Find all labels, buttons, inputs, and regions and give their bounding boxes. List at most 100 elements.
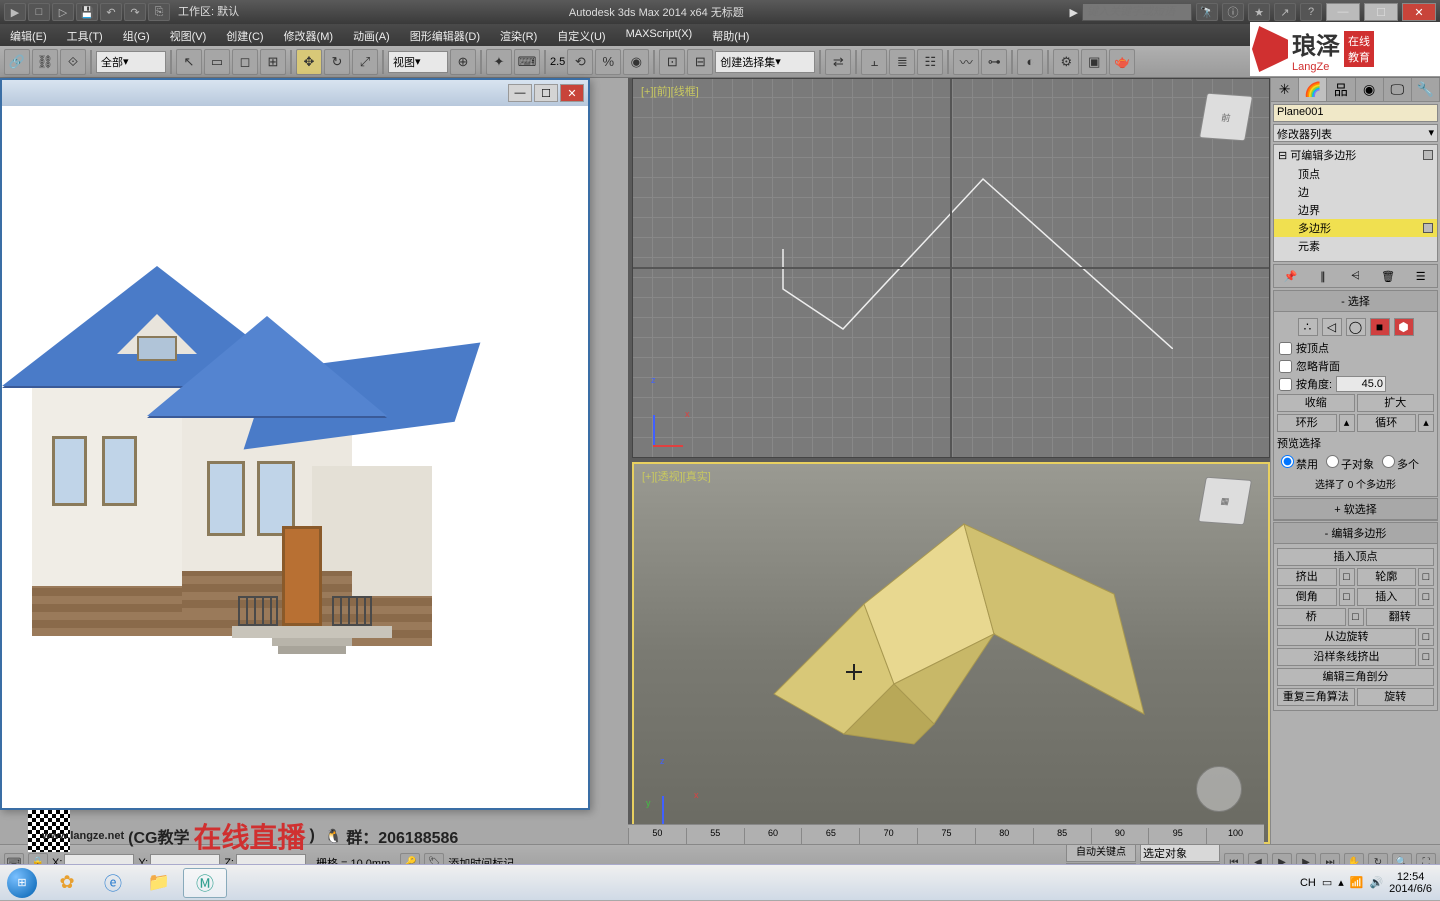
window-cross-icon[interactable]: ⊞ [260,49,286,75]
render-icon[interactable]: 🫖 [1109,49,1135,75]
layers-icon[interactable]: ≣ [889,49,915,75]
named-sel-icon[interactable]: ⊡ [659,49,685,75]
tray-up-icon[interactable]: ▴ [1338,876,1344,889]
modifier-stack[interactable]: ⊟可编辑多边形 顶点 边 边界 多边形 元素 [1273,144,1438,262]
steering-wheel[interactable] [1196,766,1242,812]
menu-render[interactable]: 渲染(R) [490,24,547,46]
grow-button[interactable]: 扩大 [1357,394,1435,412]
auto-key-button[interactable]: 自动关键点 [1066,844,1136,862]
pivot-icon[interactable]: ⊕ [450,49,476,75]
extrude-button[interactable]: 挤出 [1277,568,1337,586]
viewport-perspective[interactable]: [+][透视][真实] ▦ z x y [632,462,1270,844]
modifier-list[interactable]: 修改器列表▾ [1273,124,1438,142]
search-input[interactable] [1082,3,1192,21]
ring-button[interactable]: 环形 [1277,414,1337,432]
stack-edge[interactable]: 边 [1274,183,1437,201]
by-angle-checkbox[interactable] [1279,378,1292,391]
binoculars-icon[interactable]: 🔭 [1196,3,1218,21]
taskbar-3dsmax[interactable]: Ⓜ [183,868,227,898]
start-button[interactable]: ⊞ [0,865,44,901]
select-name-icon[interactable]: ▭ [204,49,230,75]
snap-pct-icon[interactable]: % [595,49,621,75]
loop-button[interactable]: 循环 [1357,414,1417,432]
subobj-element-icon[interactable]: ⬢ [1394,318,1414,336]
menu-anim[interactable]: 动画(A) [343,24,400,46]
flip-button[interactable]: 翻转 [1366,608,1435,626]
rollout-soft-select[interactable]: + 软选择 [1273,498,1438,521]
link-tool-icon[interactable]: 🔗 [4,49,30,75]
menu-tools[interactable]: 工具(T) [57,24,113,46]
material-editor-icon[interactable]: ◐ [1017,49,1043,75]
hinge-set[interactable]: □ [1418,628,1434,646]
stack-polygon[interactable]: 多边形 [1274,219,1437,237]
save-icon[interactable]: 💾 [76,3,98,21]
layer-mgr-icon[interactable]: ☷ [917,49,943,75]
ignore-back-checkbox[interactable] [1279,360,1292,373]
menu-view[interactable]: 视图(V) [160,24,217,46]
menu-create[interactable]: 创建(C) [216,24,273,46]
minimize-button[interactable]: — [1326,3,1360,21]
by-vertex-checkbox[interactable] [1279,342,1292,355]
stack-element[interactable]: 元素 [1274,237,1437,255]
object-name-field[interactable]: Plane001 [1273,104,1438,122]
open-icon[interactable]: ▷ [52,3,74,21]
share-icon[interactable]: ↗ [1274,3,1296,21]
configure-icon[interactable]: ☰ [1411,267,1431,285]
help-icon[interactable]: ? [1300,3,1322,21]
link-icon[interactable]: ⎘ [148,3,170,21]
align-icon[interactable]: ⫠ [861,49,887,75]
make-unique-icon[interactable]: ⩤ [1345,267,1365,285]
taskbar-ie[interactable]: ⓔ [91,868,135,898]
preview-disable-radio[interactable]: 禁用 [1281,455,1318,472]
undo-icon[interactable]: ↶ [100,3,122,21]
extrude-spline-button[interactable]: 沿样条线挤出 [1277,648,1416,666]
taskbar-explorer[interactable]: 📁 [137,868,181,898]
preview-subobj-radio[interactable]: 子对象 [1326,455,1374,472]
menu-maxscript[interactable]: MAXScript(X) [616,24,703,46]
scale-icon[interactable]: ⤢ [352,49,378,75]
snap-angle-icon[interactable]: ⟲ [567,49,593,75]
viewport-persp-label[interactable]: [+][透视][真实] [642,468,711,484]
spinner-icon[interactable]: ◉ [623,49,649,75]
preview-multi-radio[interactable]: 多个 [1382,455,1419,472]
viewport-front[interactable]: [+][前][线框] 前 z x [632,78,1270,458]
reference-window[interactable]: — ☐ ✕ [0,78,590,810]
mirror-icon[interactable]: ⇄ [825,49,851,75]
show-end-icon[interactable]: ∥ [1313,267,1333,285]
tray-lang[interactable]: CH [1300,877,1316,889]
hinge-button[interactable]: 从边旋转 [1277,628,1416,646]
filter-combo[interactable]: 全部 ▾ [96,51,166,73]
angle-spinner[interactable] [1336,376,1386,392]
bind-tool-icon[interactable]: ⟐ [60,49,86,75]
viewcube-persp[interactable]: ▦ [1198,477,1252,526]
tab-hierarchy-icon[interactable]: 品 [1327,78,1355,101]
taskbar-app-1[interactable]: ✿ [45,868,89,898]
app-icon[interactable]: ▶ [4,3,26,21]
tray-sound-icon[interactable]: 🔊 [1369,876,1383,889]
menu-help[interactable]: 帮助(H) [702,24,759,46]
subobj-polygon-icon[interactable]: ■ [1370,318,1390,336]
create-sel-combo[interactable]: 创建选择集 ▾ [715,51,815,73]
stack-border[interactable]: 边界 [1274,201,1437,219]
menu-graph[interactable]: 图形编辑器(D) [400,24,490,46]
pin-stack-icon[interactable]: 📌 [1280,267,1300,285]
bridge-set[interactable]: □ [1348,608,1364,626]
menu-group[interactable]: 组(G) [113,24,160,46]
retri-button[interactable]: 重复三角算法 [1277,688,1355,706]
tab-utilities-icon[interactable]: 🔧 [1412,78,1440,101]
reference-titlebar[interactable]: — ☐ ✕ [2,80,588,106]
ref-maximize-button[interactable]: ☐ [534,84,558,102]
bevel-set[interactable]: □ [1339,588,1355,606]
loop-spin[interactable]: ▴ [1418,414,1434,432]
inset-button[interactable]: 插入 [1357,588,1417,606]
ref-minimize-button[interactable]: — [508,84,532,102]
outline-set[interactable]: □ [1418,568,1434,586]
bevel-button[interactable]: 倒角 [1277,588,1337,606]
maximize-button[interactable]: ☐ [1364,3,1398,21]
ref-close-button[interactable]: ✕ [560,84,584,102]
curve-editor-icon[interactable]: 〰 [953,49,979,75]
rollout-edit-poly-header[interactable]: - 编辑多边形 [1274,523,1437,544]
tab-display-icon[interactable]: 🖵 [1384,78,1412,101]
inset-set[interactable]: □ [1418,588,1434,606]
tray-flag-icon[interactable]: ▭ [1322,876,1332,889]
